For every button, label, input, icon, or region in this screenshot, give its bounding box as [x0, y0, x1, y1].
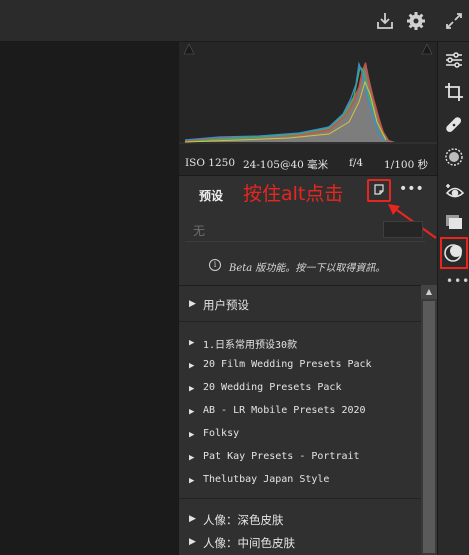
- shadow-clip-icon: [183, 43, 195, 55]
- preset-amount-row: 无: [185, 216, 425, 242]
- more-options-button[interactable]: •••: [399, 181, 424, 197]
- beta-notice[interactable]: i Beta 版功能。按一下以取得資訊。: [179, 247, 438, 283]
- new-preset-icon: [374, 184, 384, 195]
- info-icon: i: [209, 259, 221, 271]
- image-canvas: [0, 42, 178, 555]
- exif-focal-length: 24-105@40 毫米: [243, 159, 329, 171]
- exif-aperture: f/4: [349, 157, 364, 169]
- snapshots-icon[interactable]: [444, 212, 464, 232]
- beta-notice-text: Beta 版功能。按一下以取得資訊。: [229, 263, 386, 274]
- expand-triangle-icon: ▶: [189, 537, 196, 547]
- expand-triangle-icon: ▶: [189, 338, 195, 348]
- presets-tool-button[interactable]: [440, 237, 468, 269]
- highlight-clip-icon: [421, 43, 433, 55]
- scroll-up-icon[interactable]: ▲: [421, 285, 437, 299]
- tool-strip: •••: [437, 42, 469, 555]
- crop-icon[interactable]: [444, 82, 464, 102]
- presets-title: 预设: [199, 189, 224, 203]
- edit-panel: ISO 1250 24-105@40 毫米 f/4 1/100 秒 预设 按住a…: [178, 42, 438, 555]
- settings-gear-icon[interactable]: [405, 10, 427, 32]
- expand-triangle-icon: ▶: [189, 299, 196, 309]
- exif-iso: ISO 1250: [185, 157, 236, 169]
- healing-brush-icon[interactable]: [444, 115, 464, 135]
- expand-icon[interactable]: [443, 10, 465, 32]
- preset-list-scrollbar[interactable]: ▲: [421, 285, 437, 555]
- presets-icon: [444, 244, 462, 262]
- sliders-icon[interactable]: [444, 50, 464, 70]
- presets-header: 预设 按住alt点击 •••: [179, 176, 438, 239]
- scrollbar-thumb[interactable]: [423, 301, 435, 553]
- expand-triangle-icon: ▶: [189, 453, 195, 463]
- masking-icon[interactable]: [444, 147, 464, 167]
- histogram: [179, 42, 438, 150]
- expand-triangle-icon: ▶: [189, 476, 195, 486]
- create-preset-button[interactable]: [367, 179, 391, 202]
- expand-triangle-icon: ▶: [189, 514, 196, 524]
- red-eye-icon[interactable]: [444, 180, 465, 200]
- expand-triangle-icon: ▶: [189, 407, 195, 417]
- amount-label: 无: [193, 224, 206, 238]
- exif-shutter: 1/100 秒: [384, 159, 429, 171]
- expand-triangle-icon: ▶: [189, 361, 195, 371]
- expand-triangle-icon: ▶: [189, 430, 195, 440]
- annotation-hint: 按住alt点击: [243, 183, 344, 205]
- export-icon[interactable]: [374, 10, 396, 32]
- top-toolbar: [0, 0, 469, 42]
- expand-triangle-icon: ▶: [189, 384, 195, 394]
- exif-info-bar: ISO 1250 24-105@40 毫米 f/4 1/100 秒: [179, 150, 438, 176]
- preset-group-list: ▶ 用户预设 ▶ 1.日系常用预设30款 ▶ 20 Film Wedding P…: [179, 285, 421, 555]
- more-tools-icon[interactable]: •••: [446, 274, 469, 288]
- amount-slider[interactable]: [383, 221, 423, 238]
